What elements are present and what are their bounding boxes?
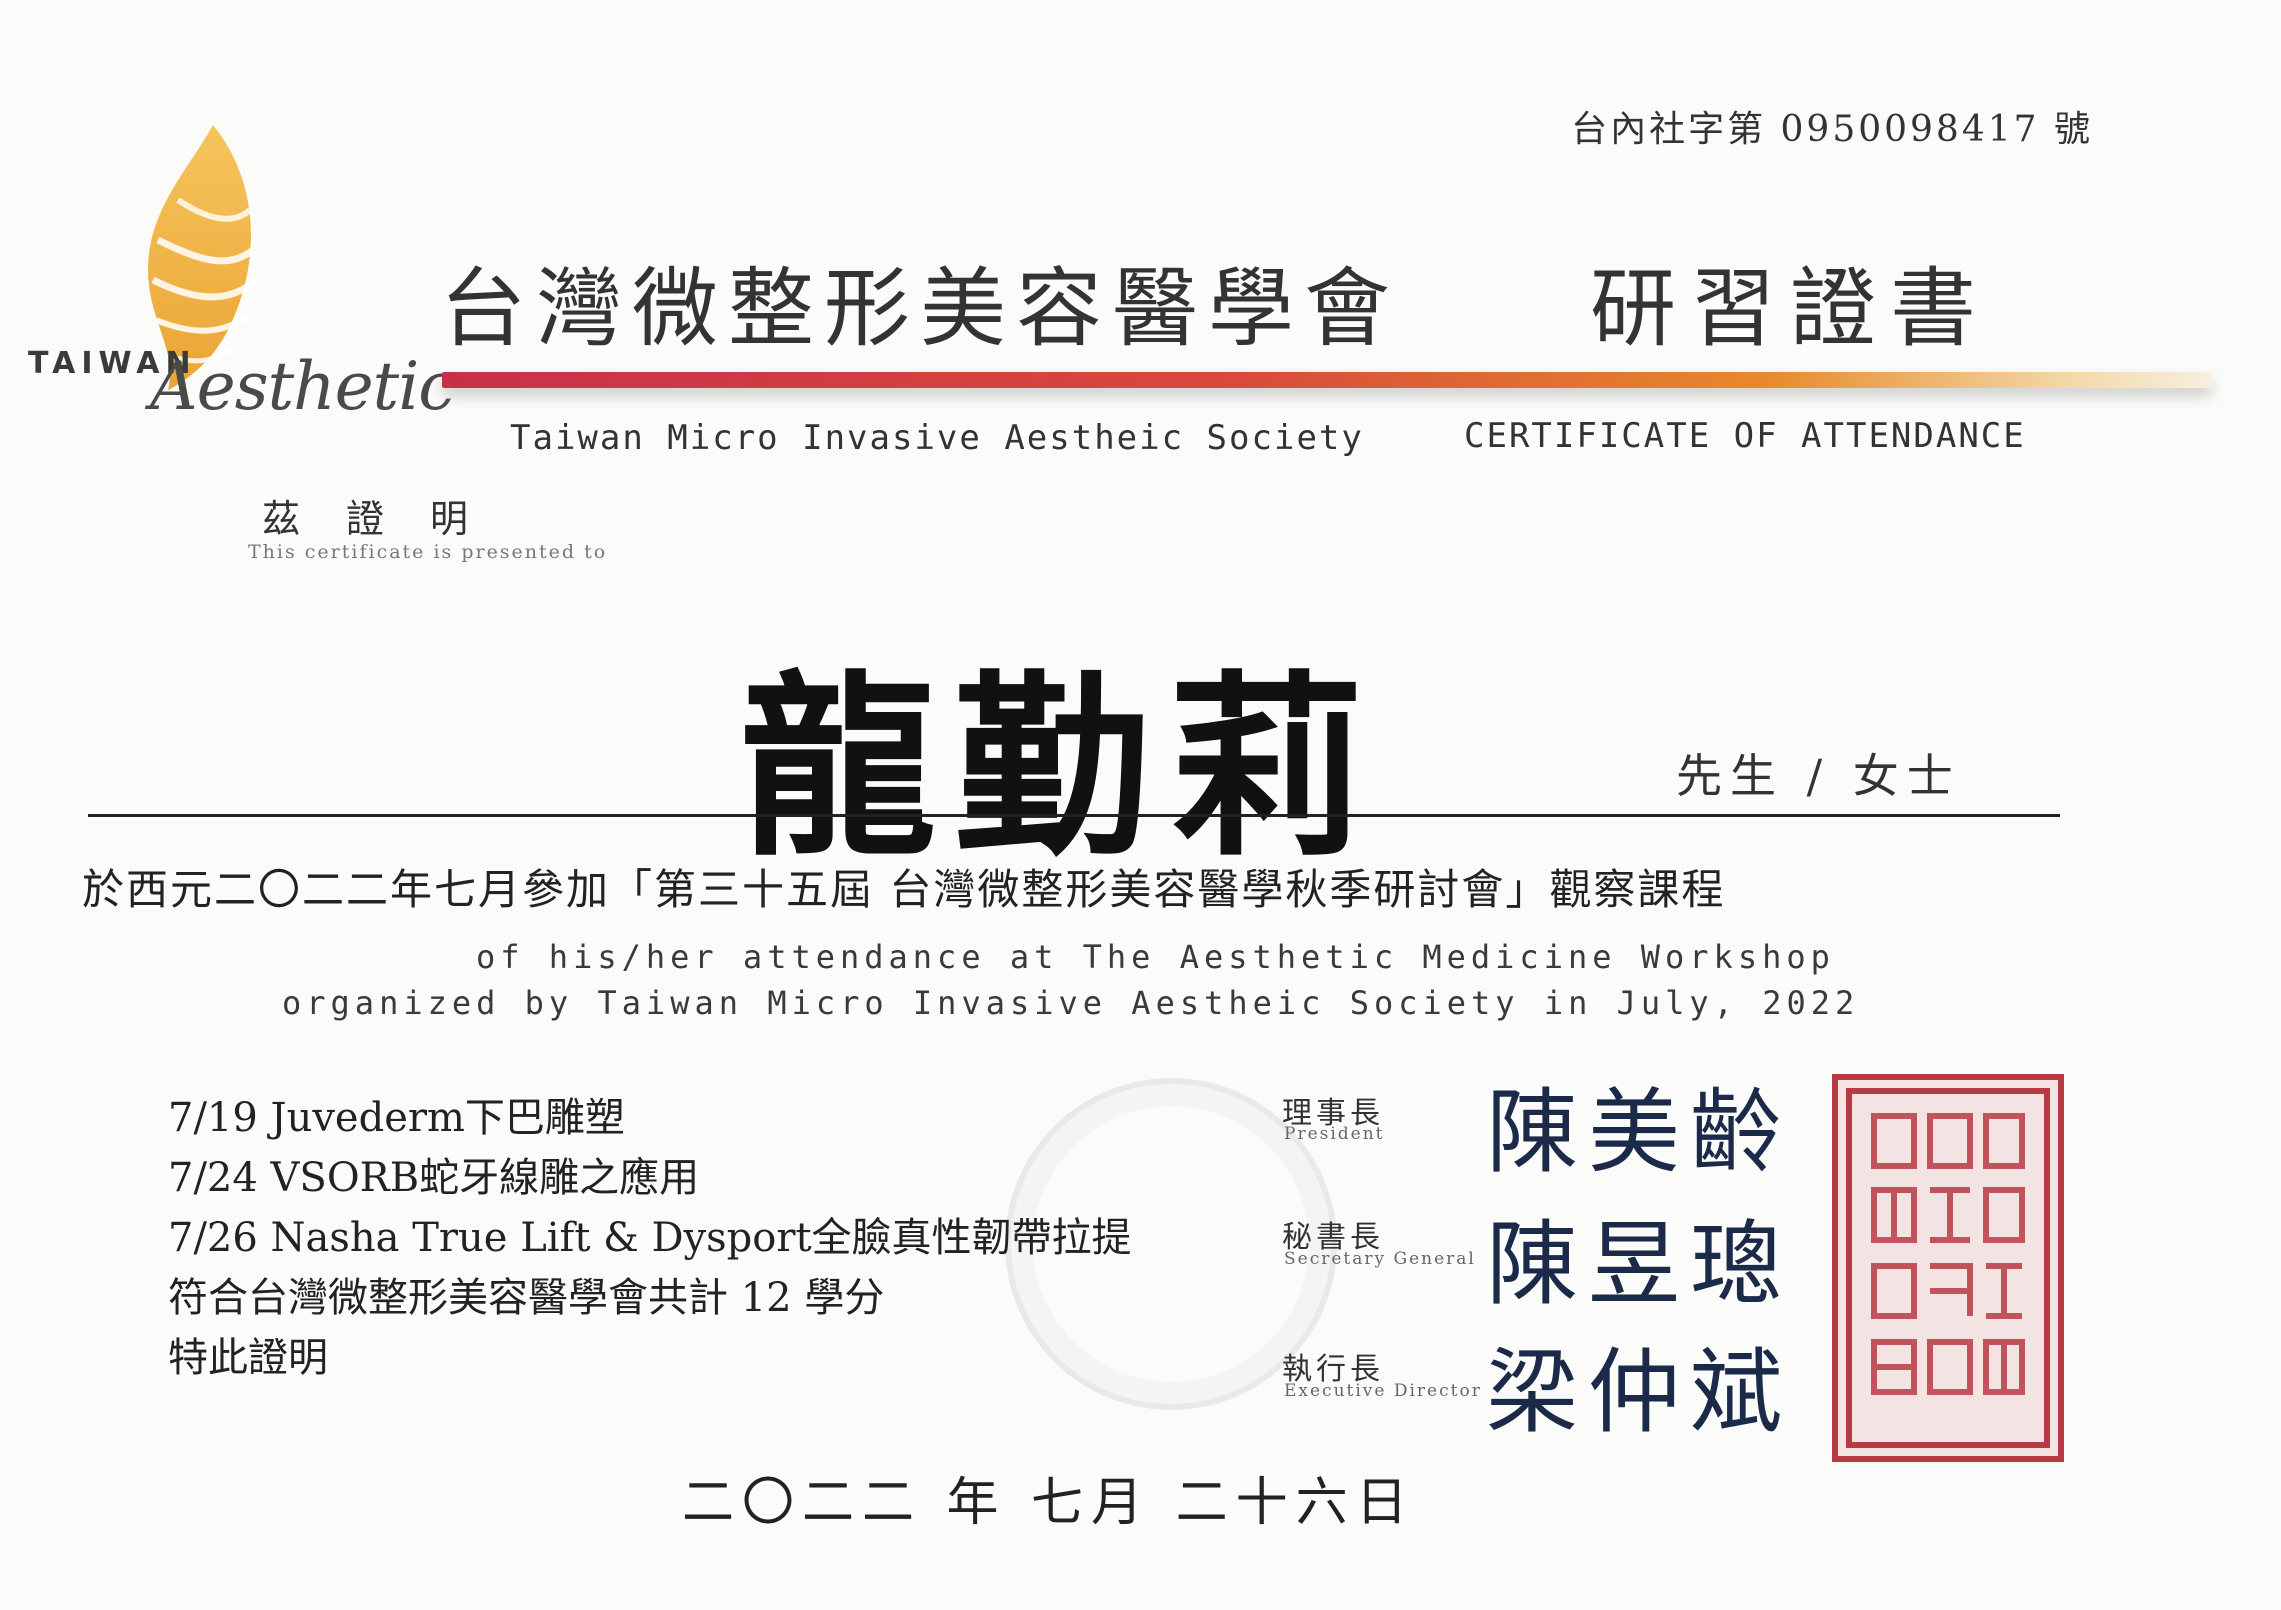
course-item: 7/26 Nasha True Lift & Dysport全臉真性韌帶拉提 — [168, 1215, 1132, 1261]
role-secretary-en: Secretary General — [1284, 1249, 1476, 1269]
role-president-en: President — [1284, 1124, 1385, 1144]
society-title-en: Taiwan Micro Invasive Aestheic Society — [510, 418, 1364, 458]
signature-president: 陳美齡 — [1486, 1079, 1793, 1186]
presented-label-en: This certificate is presented to — [248, 541, 608, 563]
attendance-statement-en-1: of his/her attendance at The Aesthetic M… — [476, 938, 1835, 976]
registration-number: 台內社字第 0950098417 號 — [1571, 109, 2093, 150]
presented-label-zh: 茲證明 — [262, 497, 515, 541]
certificate-title-en: CERTIFICATE OF ATTENDANCE — [1464, 416, 2026, 456]
seal-pattern-icon — [1871, 1113, 2025, 1395]
society-title-zh: 台灣微整形美容醫學會 — [440, 259, 1400, 359]
certification-statement: 特此證明 — [168, 1335, 328, 1381]
credits-statement: 符合台灣微整形美容醫學會共計 12 學分 — [168, 1275, 885, 1321]
attendance-statement-zh: 於西元二〇二二年七月參加「第三十五屆 台灣微整形美容醫學秋季研討會」觀察課程 — [82, 865, 1726, 914]
society-seal-stamp — [1832, 1074, 2064, 1462]
course-item: 7/24 VSORB蛇牙線雕之應用 — [168, 1155, 700, 1201]
signature-executive: 梁仲斌 — [1486, 1339, 1793, 1446]
certificate-title-zh: 研習證書 — [1590, 259, 1990, 359]
attendance-statement-en-2: organized by Taiwan Micro Invasive Aesth… — [282, 984, 1860, 1022]
recipient-name: 龍勤莉 — [740, 653, 1383, 883]
recipient-honorific: 先生 / 女士 — [1676, 749, 1961, 803]
signature-secretary: 陳昱璁 — [1486, 1211, 1793, 1318]
name-underline — [88, 814, 2060, 817]
logo-script-text: Aesthetic — [150, 348, 455, 425]
issue-date: 二〇二二 年 七月 二十六日 — [682, 1473, 1416, 1533]
course-list: 7/19 Juvederm下巴雕塑 7/24 VSORB蛇牙線雕之應用 7/26… — [168, 1088, 1132, 1388]
course-item: 7/19 Juvederm下巴雕塑 — [168, 1095, 625, 1141]
header-stripe — [442, 372, 2212, 388]
role-executive-en: Executive Director — [1284, 1381, 1482, 1401]
